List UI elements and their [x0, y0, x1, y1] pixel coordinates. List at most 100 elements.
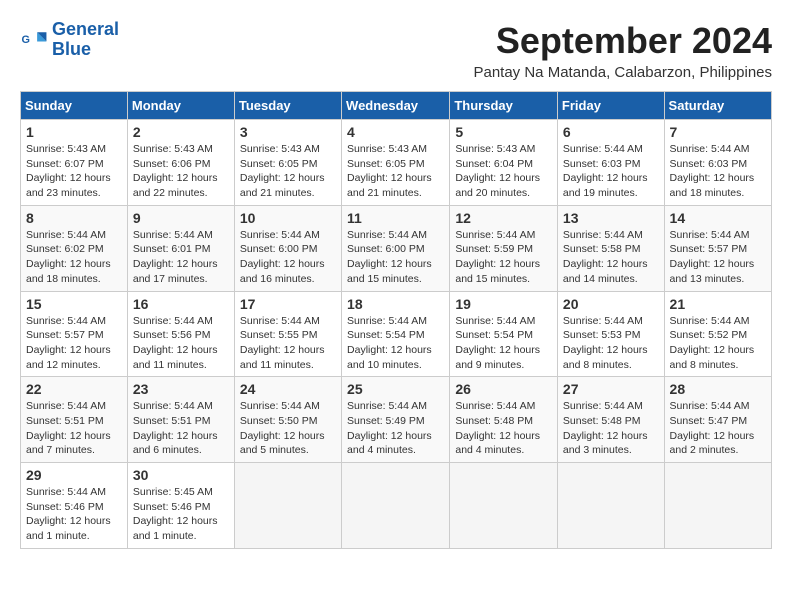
- logo-general: General: [52, 19, 119, 39]
- calendar-cell: 16Sunrise: 5:44 AM Sunset: 5:56 PM Dayli…: [127, 291, 234, 377]
- day-number: 5: [455, 124, 552, 140]
- day-number: 27: [563, 381, 659, 397]
- day-info: Sunrise: 5:44 AM Sunset: 5:48 PM Dayligh…: [563, 399, 659, 458]
- day-info: Sunrise: 5:44 AM Sunset: 6:01 PM Dayligh…: [133, 228, 229, 287]
- day-number: 3: [240, 124, 336, 140]
- day-number: 9: [133, 210, 229, 226]
- col-header-thursday: Thursday: [450, 92, 558, 120]
- day-info: Sunrise: 5:43 AM Sunset: 6:07 PM Dayligh…: [26, 142, 122, 201]
- day-number: 11: [347, 210, 444, 226]
- day-info: Sunrise: 5:44 AM Sunset: 5:53 PM Dayligh…: [563, 314, 659, 373]
- calendar-cell: 18 Sunrise: 5:44 AM Sunset: 5:54 PM Dayli…: [342, 291, 450, 377]
- col-header-monday: Monday: [127, 92, 234, 120]
- logo-blue: Blue: [52, 39, 91, 59]
- month-title: September 2024: [473, 20, 772, 62]
- day-info: Sunrise: 5:43 AM Sunset: 6:05 PM Dayligh…: [240, 142, 336, 201]
- day-info: Sunrise: 5:44 AM Sunset: 6:00 PM Dayligh…: [347, 228, 444, 287]
- day-number: 14: [670, 210, 766, 226]
- day-info: Sunrise: 5:44 AM Sunset: 5:57 PM Dayligh…: [670, 228, 766, 287]
- calendar-cell: [234, 463, 341, 549]
- day-number: 7: [670, 124, 766, 140]
- day-number: 17: [240, 296, 336, 312]
- day-number: 21: [670, 296, 766, 312]
- day-info: Sunrise: 5:44 AM Sunset: 5:57 PM Dayligh…: [26, 314, 122, 373]
- calendar-cell: 23 Sunrise: 5:44 AM Sunset: 5:51 PM Dayli…: [127, 377, 234, 463]
- day-info: Sunrise: 5:44 AM Sunset: 5:51 PM Dayligh…: [133, 399, 229, 458]
- logo: G General Blue: [20, 20, 119, 60]
- day-number: 4: [347, 124, 444, 140]
- calendar-cell: 10 Sunrise: 5:44 AM Sunset: 6:00 PM Dayli…: [234, 205, 341, 291]
- day-info: Sunrise: 5:44 AM Sunset: 5:54 PM Dayligh…: [455, 314, 552, 373]
- col-header-friday: Friday: [557, 92, 664, 120]
- calendar-cell: [664, 463, 771, 549]
- day-info: Sunrise: 5:44 AM Sunset: 5:52 PM Dayligh…: [670, 314, 766, 373]
- day-info: Sunrise: 5:44 AM Sunset: 6:03 PM Dayligh…: [670, 142, 766, 201]
- calendar: SundayMondayTuesdayWednesdayThursdayFrid…: [20, 91, 772, 549]
- day-info: Sunrise: 5:44 AM Sunset: 6:03 PM Dayligh…: [563, 142, 659, 201]
- day-info: Sunrise: 5:44 AM Sunset: 5:51 PM Dayligh…: [26, 399, 122, 458]
- day-number: 10: [240, 210, 336, 226]
- day-info: Sunrise: 5:44 AM Sunset: 5:50 PM Dayligh…: [240, 399, 336, 458]
- calendar-cell: 25Sunrise: 5:44 AM Sunset: 5:49 PM Dayli…: [342, 377, 450, 463]
- calendar-cell: 9 Sunrise: 5:44 AM Sunset: 6:01 PM Daylig…: [127, 205, 234, 291]
- day-number: 28: [670, 381, 766, 397]
- col-header-sunday: Sunday: [21, 92, 128, 120]
- day-info: Sunrise: 5:44 AM Sunset: 5:58 PM Dayligh…: [563, 228, 659, 287]
- calendar-cell: [450, 463, 558, 549]
- calendar-cell: 3 Sunrise: 5:43 AM Sunset: 6:05 PM Daylig…: [234, 120, 341, 206]
- day-number: 25: [347, 381, 444, 397]
- calendar-cell: 27 Sunrise: 5:44 AM Sunset: 5:48 PM Dayli…: [557, 377, 664, 463]
- day-number: 22: [26, 381, 122, 397]
- calendar-cell: 29 Sunrise: 5:44 AM Sunset: 5:46 PM Dayli…: [21, 463, 128, 549]
- day-info: Sunrise: 5:44 AM Sunset: 6:02 PM Dayligh…: [26, 228, 122, 287]
- day-info: Sunrise: 5:44 AM Sunset: 5:54 PM Dayligh…: [347, 314, 444, 373]
- day-number: 1: [26, 124, 122, 140]
- calendar-cell: 28 Sunrise: 5:44 AM Sunset: 5:47 PM Dayli…: [664, 377, 771, 463]
- calendar-cell: 26 Sunrise: 5:44 AM Sunset: 5:48 PM Dayli…: [450, 377, 558, 463]
- calendar-cell: 2Sunrise: 5:43 AM Sunset: 6:06 PM Daylig…: [127, 120, 234, 206]
- day-number: 29: [26, 467, 122, 483]
- svg-text:G: G: [22, 34, 30, 46]
- calendar-cell: 14 Sunrise: 5:44 AM Sunset: 5:57 PM Dayli…: [664, 205, 771, 291]
- calendar-cell: 8 Sunrise: 5:44 AM Sunset: 6:02 PM Daylig…: [21, 205, 128, 291]
- calendar-cell: 6 Sunrise: 5:44 AM Sunset: 6:03 PM Daylig…: [557, 120, 664, 206]
- location-subtitle: Pantay Na Matanda, Calabarzon, Philippin…: [473, 64, 772, 81]
- calendar-cell: 7 Sunrise: 5:44 AM Sunset: 6:03 PM Daylig…: [664, 120, 771, 206]
- day-number: 16: [133, 296, 229, 312]
- day-number: 26: [455, 381, 552, 397]
- calendar-cell: 13 Sunrise: 5:44 AM Sunset: 5:58 PM Dayli…: [557, 205, 664, 291]
- day-info: Sunrise: 5:43 AM Sunset: 6:04 PM Dayligh…: [455, 142, 552, 201]
- calendar-cell: 22 Sunrise: 5:44 AM Sunset: 5:51 PM Dayli…: [21, 377, 128, 463]
- calendar-cell: 21 Sunrise: 5:44 AM Sunset: 5:52 PM Dayli…: [664, 291, 771, 377]
- day-number: 30: [133, 467, 229, 483]
- day-info: Sunrise: 5:43 AM Sunset: 6:05 PM Dayligh…: [347, 142, 444, 201]
- day-info: Sunrise: 5:44 AM Sunset: 5:48 PM Dayligh…: [455, 399, 552, 458]
- day-number: 13: [563, 210, 659, 226]
- day-info: Sunrise: 5:44 AM Sunset: 5:46 PM Dayligh…: [26, 485, 122, 544]
- day-number: 18: [347, 296, 444, 312]
- calendar-cell: 11 Sunrise: 5:44 AM Sunset: 6:00 PM Dayli…: [342, 205, 450, 291]
- day-number: 23: [133, 381, 229, 397]
- calendar-cell: 19Sunrise: 5:44 AM Sunset: 5:54 PM Dayli…: [450, 291, 558, 377]
- calendar-cell: 24 Sunrise: 5:44 AM Sunset: 5:50 PM Dayli…: [234, 377, 341, 463]
- day-number: 2: [133, 124, 229, 140]
- calendar-cell: 1 Sunrise: 5:43 AM Sunset: 6:07 PM Daylig…: [21, 120, 128, 206]
- day-number: 15: [26, 296, 122, 312]
- day-number: 24: [240, 381, 336, 397]
- day-info: Sunrise: 5:44 AM Sunset: 5:55 PM Dayligh…: [240, 314, 336, 373]
- col-header-wednesday: Wednesday: [342, 92, 450, 120]
- col-header-tuesday: Tuesday: [234, 92, 341, 120]
- col-header-saturday: Saturday: [664, 92, 771, 120]
- day-info: Sunrise: 5:45 AM Sunset: 5:46 PM Dayligh…: [133, 485, 229, 544]
- calendar-cell: 17 Sunrise: 5:44 AM Sunset: 5:55 PM Dayli…: [234, 291, 341, 377]
- day-number: 12: [455, 210, 552, 226]
- day-number: 6: [563, 124, 659, 140]
- day-info: Sunrise: 5:44 AM Sunset: 6:00 PM Dayligh…: [240, 228, 336, 287]
- day-number: 8: [26, 210, 122, 226]
- day-number: 20: [563, 296, 659, 312]
- calendar-cell: [557, 463, 664, 549]
- logo-icon: G: [20, 26, 48, 54]
- calendar-cell: 15 Sunrise: 5:44 AM Sunset: 5:57 PM Dayli…: [21, 291, 128, 377]
- day-info: Sunrise: 5:44 AM Sunset: 5:47 PM Dayligh…: [670, 399, 766, 458]
- calendar-cell: 20 Sunrise: 5:44 AM Sunset: 5:53 PM Dayli…: [557, 291, 664, 377]
